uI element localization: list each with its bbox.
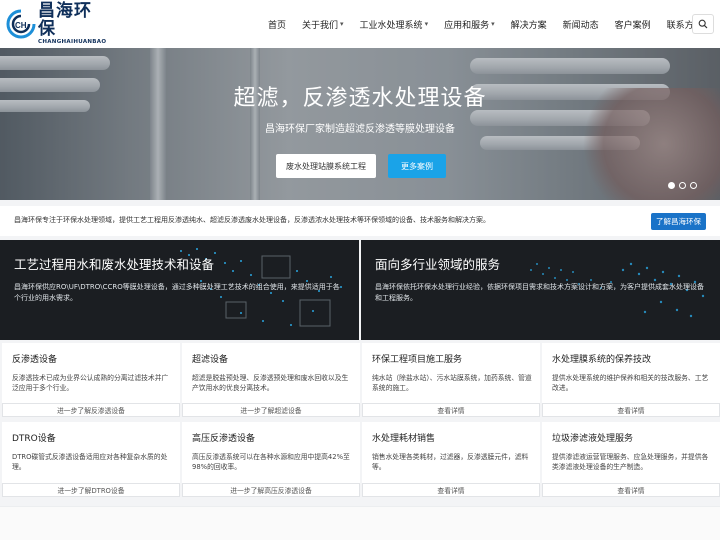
hero-banner: 超滤，反渗透水处理设备 昌海环保厂家制造超滤反渗透等膜处理设备 废水处理站膜系统…: [0, 48, 720, 200]
card-title: 反渗透设备: [12, 355, 58, 365]
company-intro-bar: 昌海环保专注于环保水处理领域，提供工艺工程用反渗透纯水、超滤反渗透废水处理设备，…: [0, 206, 720, 236]
card-desc: 高压反渗透系统可以在各种水源和应用中提高42%至98%的回收率。: [192, 453, 350, 471]
card-desc: DTRO碟管式反渗透设备适用应对各种复杂水质的处理。: [12, 453, 168, 471]
feature-desc: 昌海环保依托环保水处理行业经验，依据环保项目需求和技术方案设计和方案，为客户提供…: [375, 283, 704, 302]
chevron-down-icon: ▾: [340, 20, 344, 28]
card-desc: 提供渗滤液运营管理服务、应急处理服务，并提供各类渗滤液处理设备的生产制造。: [552, 453, 709, 471]
card-title: 超滤设备: [192, 355, 229, 365]
company-intro-text: 昌海环保专注于环保水处理领域，提供工艺工程用反渗透纯水、超滤反渗透废水处理设备，…: [14, 216, 490, 224]
card-title: 水处理膜系统的保养技改: [552, 355, 652, 365]
card-link-reverse-osmosis[interactable]: 进一步了解反渗透设备: [2, 403, 180, 417]
card-desc: 销售水处理各类耗材，过滤器，反渗透膜元件，滤料等。: [372, 453, 529, 471]
nav-item-applications[interactable]: 应用和服务 ▾: [444, 18, 495, 31]
logo-mark-icon: CH: [6, 9, 36, 39]
search-icon: [698, 19, 708, 29]
logo-name-en: CHANGHAIHUANBAO: [38, 39, 107, 45]
nav-item-solutions[interactable]: 解决方案: [511, 18, 547, 31]
nav-item-home[interactable]: 首页: [268, 18, 286, 31]
site-header: CH 昌海环保 CHANGHAIHUANBAO 首页 关于我们 ▾ 工业水处理系统…: [0, 0, 720, 48]
nav-item-news[interactable]: 新闻动态: [563, 18, 599, 31]
card-title: 垃圾渗滤液处理服务: [552, 434, 634, 444]
card-desc: 纯水站（除盐水站）、污水站膜系统，加药系统、管道系统的施工。: [372, 374, 532, 392]
card-desc: 超滤是脱盐预处理、反渗透预处理和废水回收以及生产饮用水的优良分离技术。: [192, 374, 349, 392]
learn-about-button[interactable]: 了解昌海环保: [651, 213, 706, 230]
card-link-construction-service[interactable]: 查看详情: [362, 403, 540, 417]
more-cases-button[interactable]: 更多案例: [388, 154, 446, 178]
chevron-down-icon: ▾: [424, 20, 429, 28]
nav-item-about[interactable]: 关于我们 ▾: [302, 18, 344, 31]
card-link-maintenance[interactable]: 查看详情: [542, 403, 720, 417]
logo-mark-letters: CH: [15, 21, 27, 30]
card-title: 环保工程项目施工服务: [372, 355, 463, 365]
chevron-down-icon: ▾: [491, 20, 495, 28]
card-title: DTRO设备: [12, 434, 56, 444]
card-desc: 反渗透技术已成为业界公认成熟的分离过滤技术并广泛应用于多个行业。: [12, 374, 169, 392]
nav-item-industrial-systems[interactable]: 工业水处理系统 ▾: [360, 18, 429, 31]
card-desc: 提供水处理系统的维护保养和相关的技改服务、工艺改进。: [552, 374, 709, 392]
feature-title: 面向多行业领域的服务: [375, 257, 501, 272]
hero-title: 超滤，反渗透水处理设备: [233, 86, 487, 111]
card-link-consumables[interactable]: 查看详情: [362, 483, 540, 497]
feature-panel-technology[interactable]: 工艺过程用水和废水处理技术和设备 昌海环保供应RO\UF\DTRO\CCRO等膜…: [0, 240, 359, 340]
slider-dot-1[interactable]: [668, 182, 675, 189]
card-link-high-pressure-ro[interactable]: 进一步了解高压反渗透设备: [182, 483, 360, 497]
nav-item-cases[interactable]: 客户案例: [615, 18, 651, 31]
wastewater-project-button[interactable]: 废水处理站膜系统工程: [276, 154, 376, 178]
footer-strip: [0, 506, 720, 540]
slider-dots: [668, 182, 701, 189]
feature-panel-services[interactable]: 面向多行业领域的服务 昌海环保依托环保水处理行业经验，依据环保项目需求和技术方案…: [361, 240, 720, 340]
card-link-ultrafiltration[interactable]: 进一步了解超滤设备: [182, 403, 360, 417]
card-link-dtro[interactable]: 进一步了解DTRO设备: [2, 483, 180, 497]
feature-desc: 昌海环保供应RO\UF\DTRO\CCRO等膜处理设备，通过多种膜处理工艺技术的…: [14, 283, 340, 302]
logo-name-cn: 昌海环保: [38, 1, 92, 39]
slider-dot-3[interactable]: [690, 182, 697, 189]
hero-subtitle: 昌海环保厂家制造超滤反渗透等膜处理设备: [265, 124, 455, 135]
slider-dot-2[interactable]: [679, 182, 686, 189]
card-title: 高压反渗透设备: [192, 434, 256, 444]
feature-title: 工艺过程用水和废水处理技术和设备: [14, 257, 215, 272]
card-link-leachate[interactable]: 查看详情: [542, 483, 720, 497]
search-button[interactable]: [692, 14, 714, 34]
main-nav: 首页 关于我们 ▾ 工业水处理系统 ▾ 应用和服务 ▾ 解决方案 新闻动态 客户案例 …: [268, 0, 719, 48]
site-logo[interactable]: CH 昌海环保 CHANGHAIHUANBAO: [6, 2, 106, 45]
card-title: 水处理耗材销售: [372, 434, 436, 444]
